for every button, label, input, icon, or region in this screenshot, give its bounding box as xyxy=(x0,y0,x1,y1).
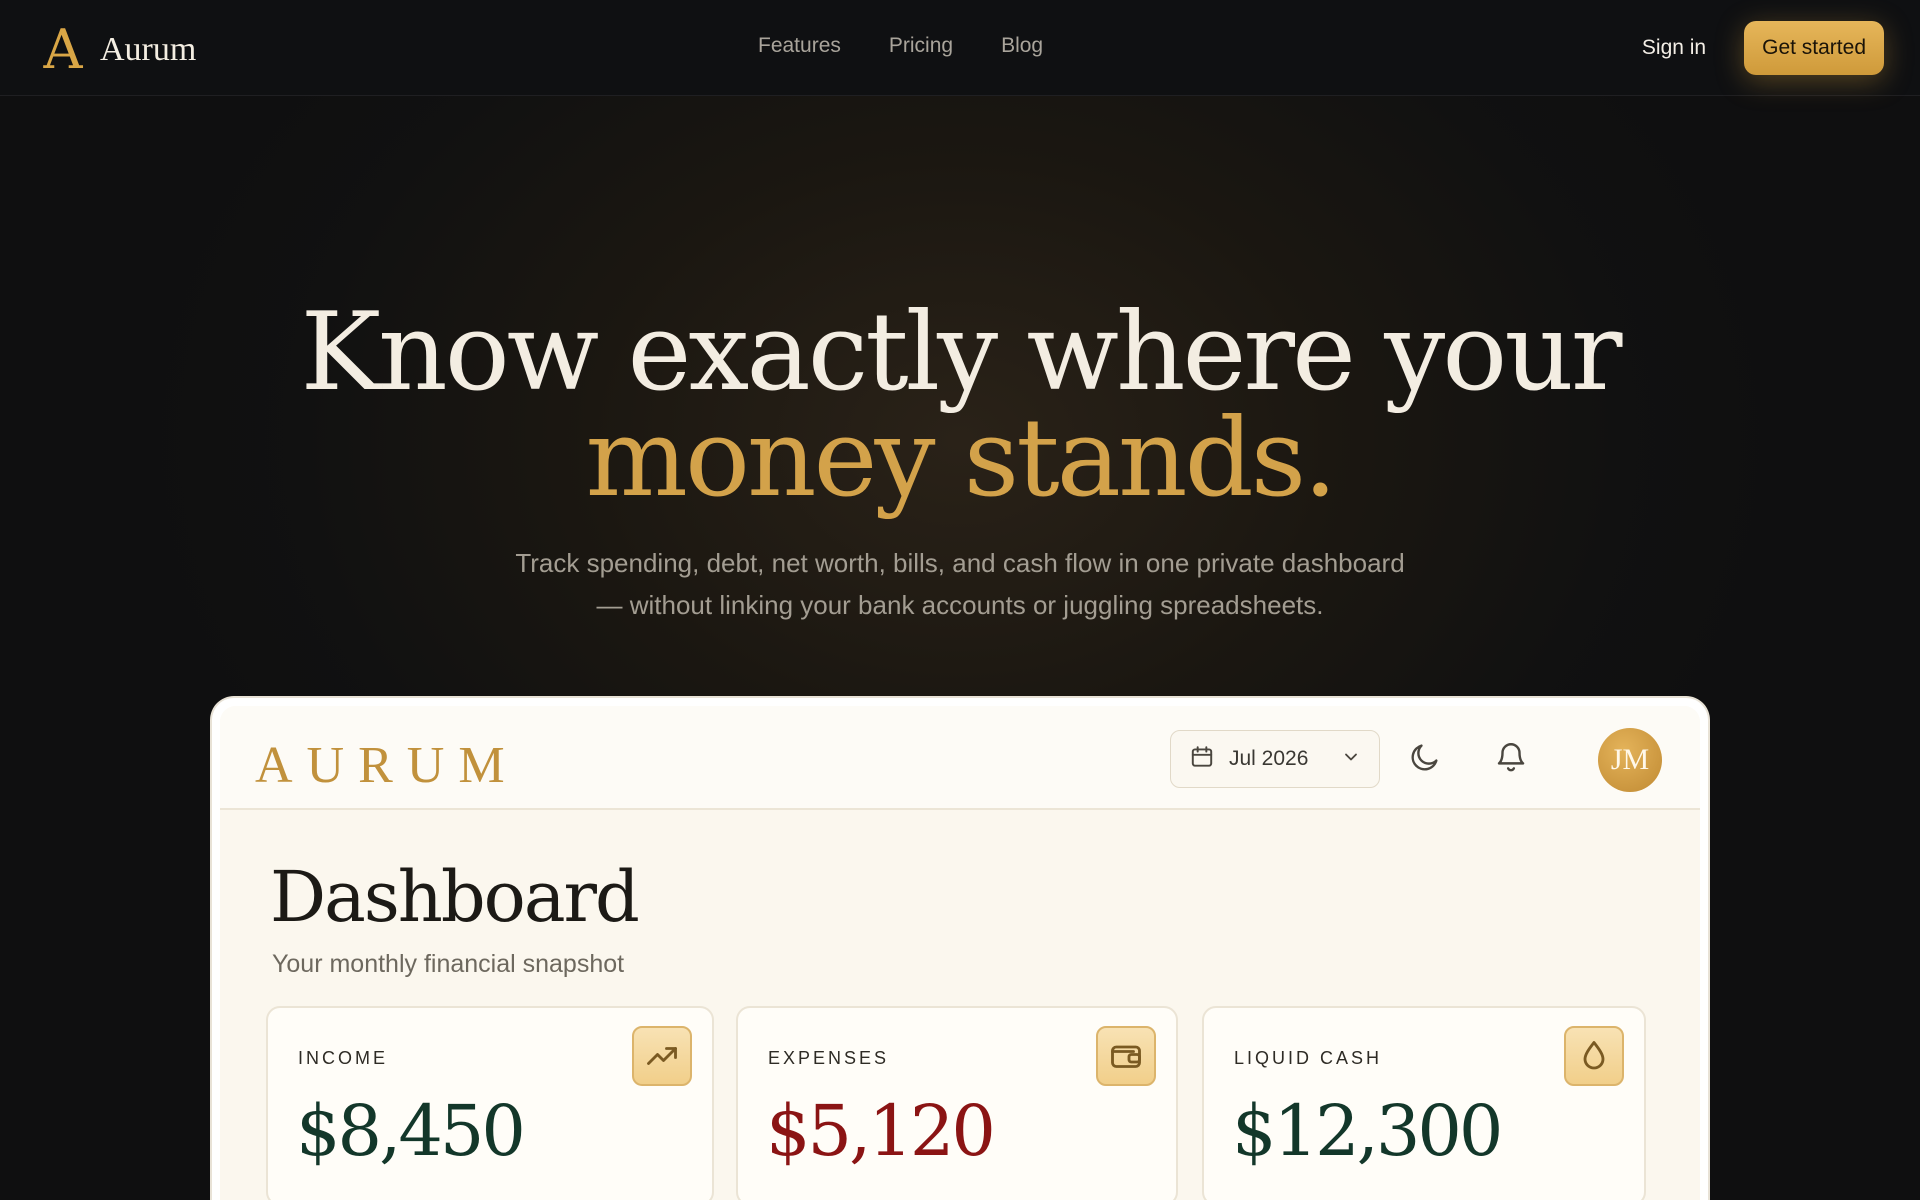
top-navbar: A Aurum Features Pricing Blog Sign in Ge… xyxy=(0,0,1920,96)
calendar-icon xyxy=(1189,744,1215,774)
page-title: Dashboard xyxy=(270,856,640,938)
hero-sub-line2: — without linking your bank accounts or … xyxy=(596,590,1324,620)
month-picker-value: Jul 2026 xyxy=(1229,747,1309,770)
dashboard-logo: AURUM xyxy=(255,737,519,794)
card-label: EXPENSES xyxy=(768,1048,890,1068)
hero-sub-line1: Track spending, debt, net worth, bills, … xyxy=(515,548,1405,578)
card-value: $5,120 xyxy=(766,1090,996,1172)
nav-link-blog[interactable]: Blog xyxy=(1001,34,1043,58)
brand[interactable]: A Aurum xyxy=(40,18,197,81)
sign-in-link[interactable]: Sign in xyxy=(1642,36,1706,60)
brand-logo-icon: A xyxy=(43,18,83,81)
nav-link-pricing[interactable]: Pricing xyxy=(889,34,953,58)
trending-up-icon xyxy=(632,1026,692,1086)
droplet-icon xyxy=(1564,1026,1624,1086)
income-card: INCOME $8,450 xyxy=(266,1006,714,1200)
liquid-cash-card: LIQUID CASH $12,300 xyxy=(1202,1006,1646,1200)
nav-actions: Sign in Get started xyxy=(1642,21,1884,75)
bell-icon xyxy=(1494,740,1528,778)
notifications-button[interactable] xyxy=(1492,740,1530,778)
card-label: INCOME xyxy=(298,1048,388,1068)
hero-heading-line2: money stands. xyxy=(585,396,1338,521)
card-value: $12,300 xyxy=(1232,1090,1503,1172)
month-picker[interactable]: Jul 2026 xyxy=(1170,730,1380,788)
get-started-button[interactable]: Get started xyxy=(1744,21,1884,75)
user-avatar[interactable]: JM xyxy=(1598,728,1662,792)
card-value: $8,450 xyxy=(296,1090,526,1172)
moon-icon xyxy=(1408,740,1442,778)
page-subtitle: Your monthly financial snapshot xyxy=(272,950,625,978)
wallet-icon xyxy=(1096,1026,1156,1086)
expenses-card: EXPENSES $5,120 xyxy=(736,1006,1178,1200)
nav-links: Features Pricing Blog xyxy=(758,34,1043,58)
hero-subheading: Track spending, debt, net worth, bills, … xyxy=(440,542,1480,626)
brand-name: Aurum xyxy=(100,31,197,68)
nav-link-features[interactable]: Features xyxy=(758,34,841,58)
dashboard-preview: AURUM Jul 2026 JM Dashboard Your monthly… xyxy=(220,706,1700,1200)
dashboard-header: AURUM Jul 2026 JM xyxy=(220,706,1700,810)
chevron-down-icon xyxy=(1341,747,1361,771)
card-label: LIQUID CASH xyxy=(1234,1048,1383,1068)
theme-toggle-button[interactable] xyxy=(1406,740,1444,778)
dashboard-preview-frame: AURUM Jul 2026 JM Dashboard Your monthly… xyxy=(212,698,1708,1200)
